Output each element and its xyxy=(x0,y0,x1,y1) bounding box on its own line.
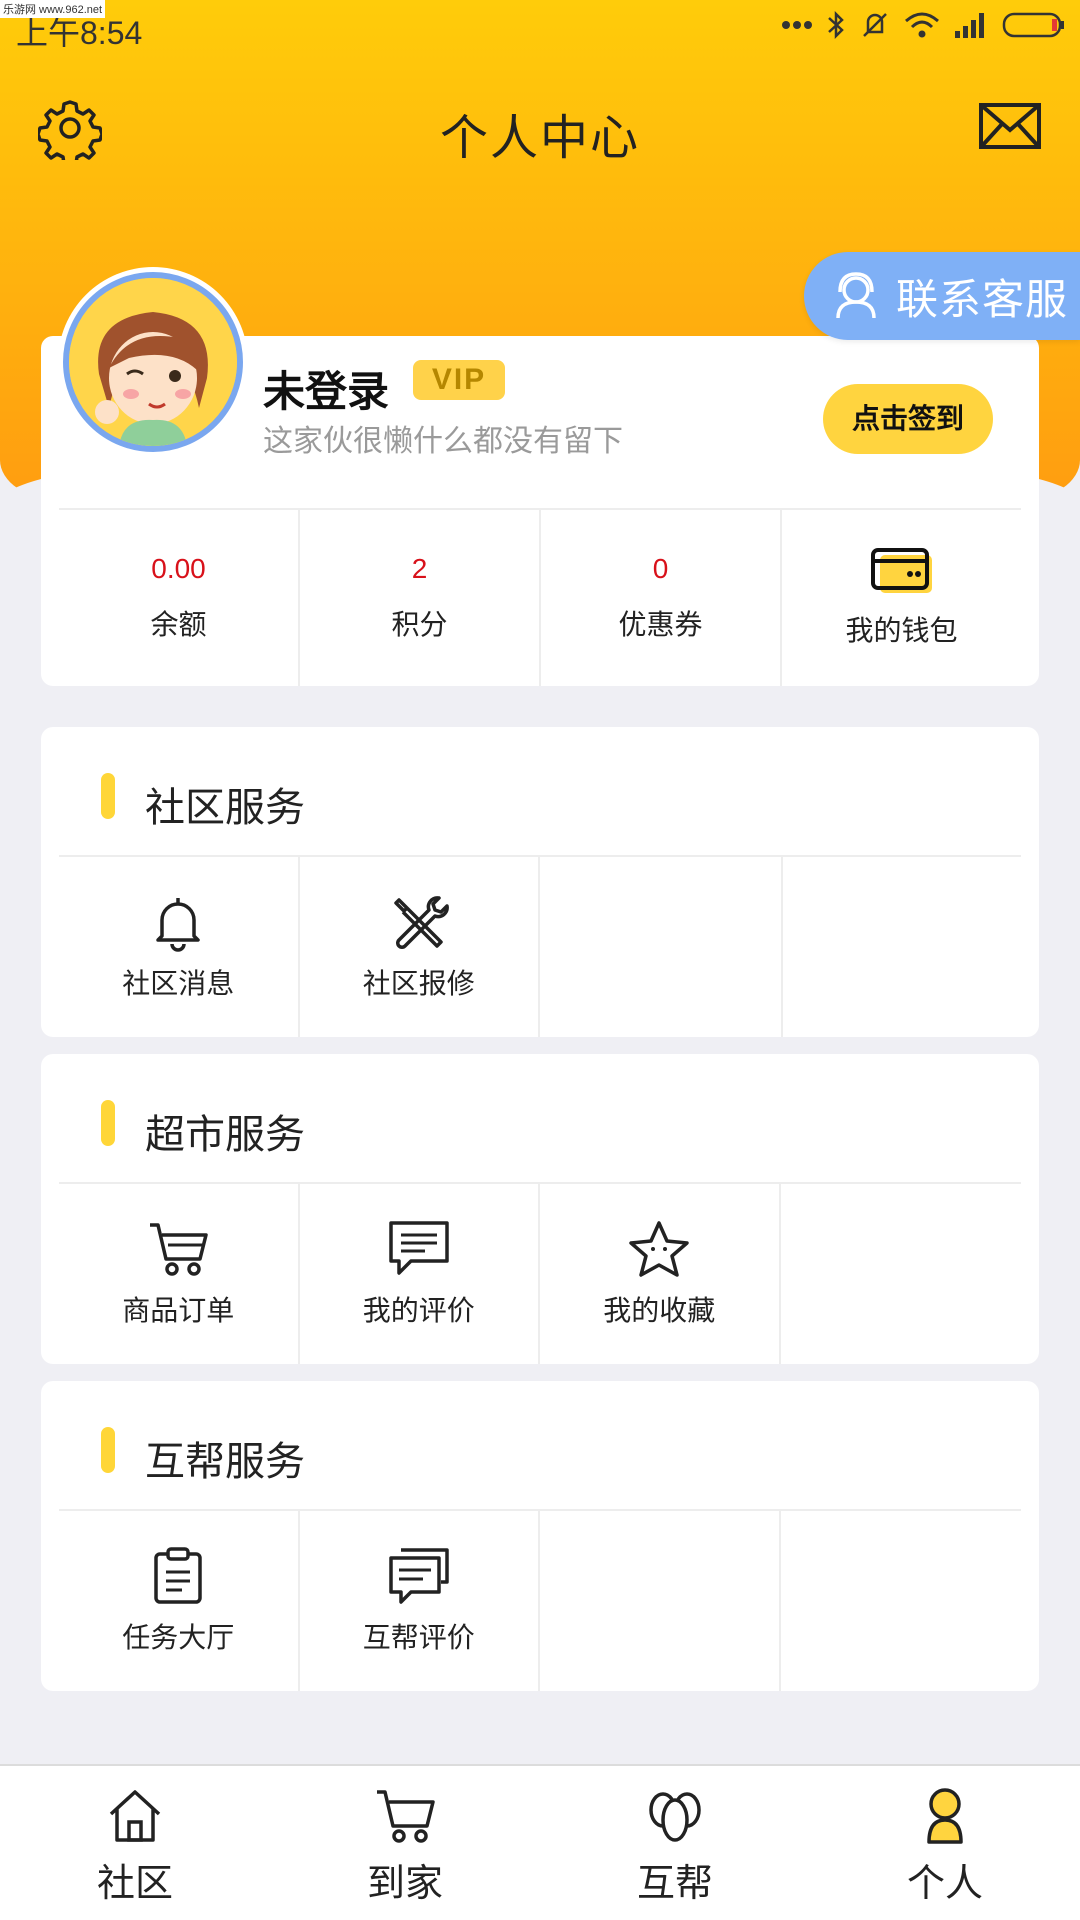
wifi-icon xyxy=(905,12,939,38)
stat-points[interactable]: 2 积分 xyxy=(300,510,541,686)
battery-icon xyxy=(1002,12,1064,38)
home-icon xyxy=(109,1790,161,1842)
empty-cell xyxy=(780,857,1022,1037)
stat-value: 0.00 xyxy=(151,553,206,584)
stat-balance[interactable]: 0.00 余额 xyxy=(59,510,300,686)
tab-label: 社区 xyxy=(96,1861,173,1905)
supermarket-services-section: 超市服务 商品订单 我的评价 我的收藏 xyxy=(41,1054,1039,1364)
community-services-section: 社区服务 社区消息 社区报修 xyxy=(41,727,1039,1037)
empty-cell xyxy=(540,857,781,1037)
tools-icon xyxy=(394,896,449,949)
tab-label: 个人 xyxy=(906,1861,983,1905)
section-header: 超市服务 xyxy=(41,1054,1039,1182)
wallet-label: 我的钱包 xyxy=(845,614,958,647)
cart-icon xyxy=(377,1790,435,1843)
stats-row: 0.00 余额 2 积分 0 优惠券 我的钱包 xyxy=(59,508,1021,686)
cell-label: 互帮评价 xyxy=(362,1621,475,1654)
section-marker xyxy=(101,1427,115,1473)
star-icon xyxy=(629,1221,689,1277)
user-bio: 这家伙很懒什么都没有留下 xyxy=(263,424,623,459)
person-icon xyxy=(927,1788,963,1844)
tab-community[interactable]: 社区 xyxy=(0,1766,270,1920)
cell-label: 社区报修 xyxy=(362,967,475,1000)
cell-label: 我的评价 xyxy=(362,1294,475,1327)
stat-value: 0 xyxy=(652,553,669,584)
community-repair-item[interactable]: 社区报修 xyxy=(300,857,540,1037)
top-bar: 个人中心 xyxy=(0,80,1080,170)
section-marker xyxy=(101,773,115,819)
section-marker xyxy=(101,1100,115,1146)
my-wallet[interactable]: 我的钱包 xyxy=(782,510,1021,686)
community-messages-item[interactable]: 社区消息 xyxy=(59,857,300,1037)
cell-label: 任务大厅 xyxy=(122,1621,235,1654)
cell-label: 社区消息 xyxy=(122,967,235,1000)
bluetooth-icon xyxy=(828,10,844,40)
avatar-girl-icon xyxy=(69,278,237,446)
stat-value: 2 xyxy=(411,553,428,584)
mutual-help-section: 互帮服务 任务大厅 互帮评价 xyxy=(41,1381,1039,1691)
avatar[interactable] xyxy=(63,272,243,452)
task-hall-item[interactable]: 任务大厅 xyxy=(59,1511,300,1691)
mutual-reviews-item[interactable]: 互帮评价 xyxy=(300,1511,540,1691)
mail-icon xyxy=(979,103,1041,149)
tab-delivery[interactable]: 到家 xyxy=(270,1766,540,1920)
bell-icon xyxy=(156,898,200,952)
chat-icon xyxy=(389,1548,449,1604)
product-orders-item[interactable]: 商品订单 xyxy=(59,1184,300,1364)
tab-personal[interactable]: 个人 xyxy=(810,1766,1080,1920)
status-bar: 上午8:54 xyxy=(0,0,1080,56)
empty-cell xyxy=(540,1511,781,1691)
section-header: 互帮服务 xyxy=(41,1381,1039,1509)
clipboard-icon xyxy=(154,1547,202,1604)
stat-label: 优惠券 xyxy=(618,608,703,641)
status-icons xyxy=(782,10,1066,40)
tab-label: 互帮 xyxy=(636,1861,713,1905)
section-title: 互帮服务 xyxy=(145,1439,305,1485)
signal-icon xyxy=(955,13,984,38)
service-grid: 任务大厅 互帮评价 xyxy=(59,1509,1021,1691)
vip-badge: VIP xyxy=(413,360,505,400)
wallet-icon xyxy=(870,548,932,593)
contact-service-label: 联系客服 xyxy=(896,274,1069,324)
my-reviews-item[interactable]: 我的评价 xyxy=(300,1184,540,1364)
empty-cell xyxy=(781,1184,1022,1364)
more-dots-icon xyxy=(782,21,812,29)
service-grid: 商品订单 我的评价 我的收藏 xyxy=(59,1182,1021,1364)
section-header: 社区服务 xyxy=(41,727,1039,855)
cart-icon xyxy=(150,1223,208,1276)
empty-cell xyxy=(781,1511,1022,1691)
stat-label: 余额 xyxy=(150,608,207,641)
my-favorites-item[interactable]: 我的收藏 xyxy=(540,1184,781,1364)
people-icon xyxy=(649,1792,701,1842)
service-grid: 社区消息 社区报修 xyxy=(59,855,1021,1037)
profile-card: 未登录 VIP 这家伙很懒什么都没有留下 点击签到 0.00 余额 2 积分 0… xyxy=(41,272,1039,686)
checkin-button[interactable]: 点击签到 xyxy=(823,384,993,454)
headset-icon xyxy=(836,272,876,319)
user-name: 未登录 xyxy=(263,367,390,416)
cell-label: 我的收藏 xyxy=(603,1294,716,1327)
section-title: 社区服务 xyxy=(145,785,305,831)
bottom-tab-bar: 社区 到家 互帮 个人 xyxy=(0,1764,1080,1920)
tab-mutual-help[interactable]: 互帮 xyxy=(540,1766,810,1920)
page-title: 个人中心 xyxy=(439,110,640,166)
contact-service-button[interactable]: 联系客服 xyxy=(804,252,1080,340)
section-title: 超市服务 xyxy=(145,1112,305,1158)
mail-button[interactable] xyxy=(978,102,1042,154)
stat-coupons[interactable]: 0 优惠券 xyxy=(541,510,782,686)
tab-label: 到家 xyxy=(366,1861,443,1905)
stat-label: 积分 xyxy=(391,608,448,641)
watermark: 乐游网 www.962.net xyxy=(0,0,106,18)
mute-icon xyxy=(863,13,887,37)
comment-icon xyxy=(389,1221,449,1275)
cell-label: 商品订单 xyxy=(122,1294,235,1327)
